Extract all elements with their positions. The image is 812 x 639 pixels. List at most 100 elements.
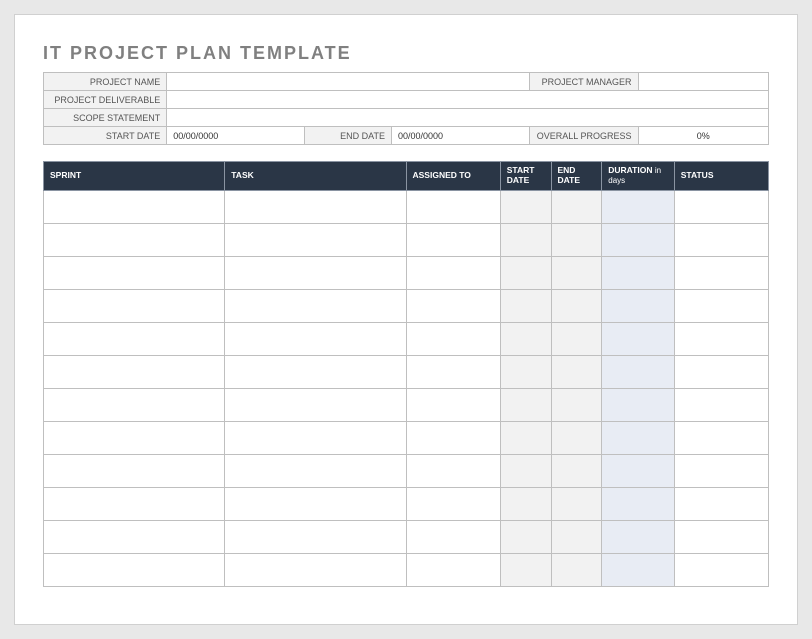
cell-start-date[interactable]	[500, 454, 551, 487]
cell-start-date[interactable]	[500, 289, 551, 322]
cell-status[interactable]	[674, 256, 768, 289]
cell-sprint[interactable]	[44, 388, 225, 421]
cell-start-date[interactable]	[500, 553, 551, 586]
value-overall-progress[interactable]: 0%	[638, 127, 769, 145]
cell-task[interactable]	[225, 421, 406, 454]
cell-start-date[interactable]	[500, 388, 551, 421]
cell-task[interactable]	[225, 520, 406, 553]
cell-sprint[interactable]	[44, 190, 225, 223]
cell-sprint[interactable]	[44, 454, 225, 487]
document-title: IT PROJECT PLAN TEMPLATE	[43, 43, 769, 64]
cell-end-date[interactable]	[551, 421, 602, 454]
cell-duration[interactable]	[602, 553, 675, 586]
cell-start-date[interactable]	[500, 487, 551, 520]
cell-status[interactable]	[674, 388, 768, 421]
cell-start-date[interactable]	[500, 223, 551, 256]
cell-status[interactable]	[674, 421, 768, 454]
label-project-name: PROJECT NAME	[44, 73, 167, 91]
cell-task[interactable]	[225, 454, 406, 487]
value-scope-statement[interactable]	[167, 109, 769, 127]
cell-duration[interactable]	[602, 289, 675, 322]
cell-task[interactable]	[225, 553, 406, 586]
cell-end-date[interactable]	[551, 553, 602, 586]
value-project-manager[interactable]	[638, 73, 769, 91]
cell-start-date[interactable]	[500, 190, 551, 223]
cell-sprint[interactable]	[44, 553, 225, 586]
cell-task[interactable]	[225, 487, 406, 520]
cell-duration[interactable]	[602, 223, 675, 256]
cell-status[interactable]	[674, 322, 768, 355]
cell-end-date[interactable]	[551, 487, 602, 520]
cell-end-date[interactable]	[551, 289, 602, 322]
cell-status[interactable]	[674, 355, 768, 388]
cell-task[interactable]	[225, 223, 406, 256]
cell-end-date[interactable]	[551, 322, 602, 355]
cell-sprint[interactable]	[44, 289, 225, 322]
cell-assigned-to[interactable]	[406, 520, 500, 553]
cell-end-date[interactable]	[551, 190, 602, 223]
spacer	[43, 145, 769, 161]
cell-sprint[interactable]	[44, 322, 225, 355]
cell-sprint[interactable]	[44, 487, 225, 520]
cell-duration[interactable]	[602, 190, 675, 223]
value-project-name[interactable]	[167, 73, 530, 91]
cell-assigned-to[interactable]	[406, 421, 500, 454]
col-end-date: END DATE	[551, 162, 602, 191]
cell-sprint[interactable]	[44, 421, 225, 454]
cell-sprint[interactable]	[44, 520, 225, 553]
cell-end-date[interactable]	[551, 256, 602, 289]
cell-duration[interactable]	[602, 355, 675, 388]
cell-status[interactable]	[674, 520, 768, 553]
cell-sprint[interactable]	[44, 223, 225, 256]
value-end-date[interactable]: 00/00/0000	[392, 127, 530, 145]
cell-start-date[interactable]	[500, 520, 551, 553]
cell-duration[interactable]	[602, 520, 675, 553]
value-project-deliverable[interactable]	[167, 91, 769, 109]
cell-status[interactable]	[674, 289, 768, 322]
cell-status[interactable]	[674, 553, 768, 586]
grid-row	[44, 454, 769, 487]
cell-start-date[interactable]	[500, 322, 551, 355]
grid-row	[44, 388, 769, 421]
cell-task[interactable]	[225, 256, 406, 289]
cell-duration[interactable]	[602, 421, 675, 454]
cell-task[interactable]	[225, 388, 406, 421]
cell-task[interactable]	[225, 289, 406, 322]
label-end-date: END DATE	[305, 127, 392, 145]
cell-duration[interactable]	[602, 454, 675, 487]
cell-sprint[interactable]	[44, 355, 225, 388]
cell-status[interactable]	[674, 223, 768, 256]
cell-start-date[interactable]	[500, 421, 551, 454]
cell-end-date[interactable]	[551, 388, 602, 421]
cell-assigned-to[interactable]	[406, 487, 500, 520]
cell-task[interactable]	[225, 190, 406, 223]
cell-assigned-to[interactable]	[406, 388, 500, 421]
cell-status[interactable]	[674, 190, 768, 223]
cell-sprint[interactable]	[44, 256, 225, 289]
cell-assigned-to[interactable]	[406, 190, 500, 223]
grid-row	[44, 322, 769, 355]
grid-body	[44, 190, 769, 586]
cell-assigned-to[interactable]	[406, 553, 500, 586]
cell-duration[interactable]	[602, 322, 675, 355]
cell-assigned-to[interactable]	[406, 454, 500, 487]
cell-assigned-to[interactable]	[406, 289, 500, 322]
cell-task[interactable]	[225, 322, 406, 355]
cell-assigned-to[interactable]	[406, 256, 500, 289]
value-start-date[interactable]: 00/00/0000	[167, 127, 305, 145]
cell-start-date[interactable]	[500, 256, 551, 289]
cell-end-date[interactable]	[551, 520, 602, 553]
cell-duration[interactable]	[602, 487, 675, 520]
cell-duration[interactable]	[602, 388, 675, 421]
cell-task[interactable]	[225, 355, 406, 388]
cell-end-date[interactable]	[551, 355, 602, 388]
cell-status[interactable]	[674, 487, 768, 520]
cell-start-date[interactable]	[500, 355, 551, 388]
cell-assigned-to[interactable]	[406, 355, 500, 388]
cell-duration[interactable]	[602, 256, 675, 289]
cell-assigned-to[interactable]	[406, 223, 500, 256]
cell-status[interactable]	[674, 454, 768, 487]
cell-assigned-to[interactable]	[406, 322, 500, 355]
cell-end-date[interactable]	[551, 223, 602, 256]
cell-end-date[interactable]	[551, 454, 602, 487]
